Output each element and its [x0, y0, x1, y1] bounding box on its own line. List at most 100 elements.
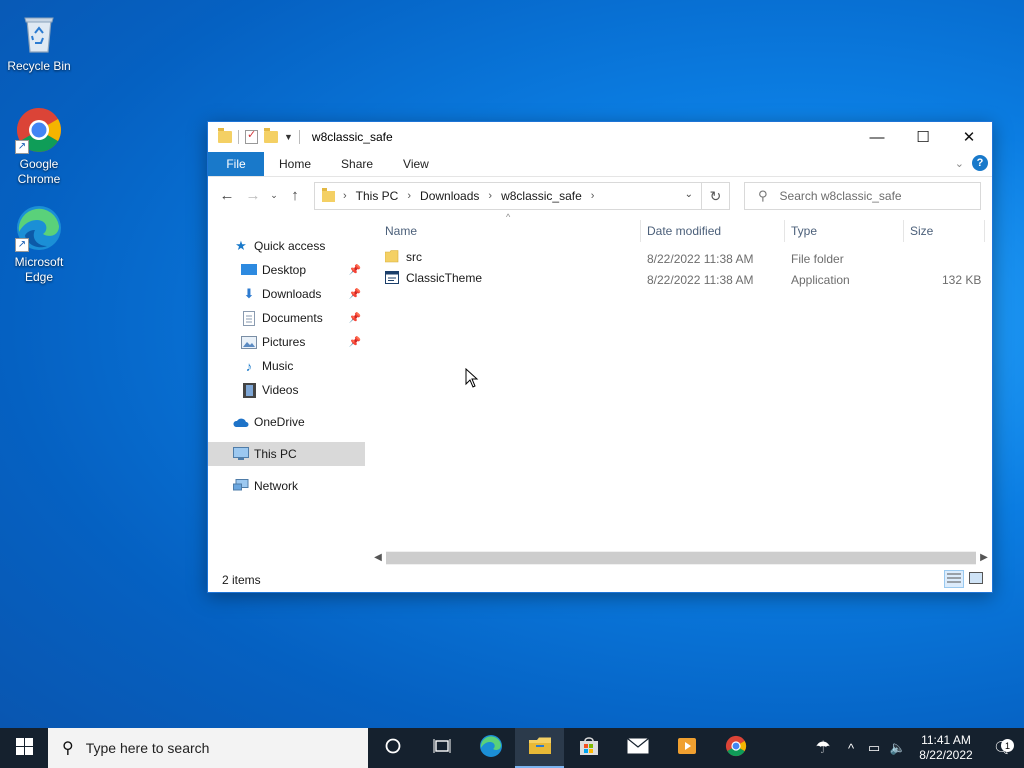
desktop-icon-label: Google Chrome	[17, 157, 61, 186]
horizontal-scrollbar[interactable]: ◀ ▶	[370, 549, 992, 566]
address-history-icon[interactable]: ⌄	[685, 189, 693, 200]
maximize-button[interactable]: ☐	[900, 122, 946, 152]
taskbar-search-placeholder: Type here to search	[85, 740, 210, 756]
forward-button[interactable]: →	[240, 183, 266, 209]
nav-network[interactable]: Network	[208, 474, 365, 498]
refresh-icon: ↻	[709, 187, 722, 204]
scroll-left-icon[interactable]: ◀	[370, 552, 386, 563]
volume-muted-icon[interactable]: 🔈	[886, 740, 910, 756]
scroll-track[interactable]	[386, 550, 976, 565]
column-type[interactable]: Type	[791, 224, 817, 238]
minimize-button[interactable]: —	[854, 122, 900, 152]
system-tray: ☂ ^ ▭ 🔈 11:41 AM 8/22/2022 🗨 1	[806, 728, 1024, 768]
up-button[interactable]: ↑	[282, 183, 308, 209]
nav-label: OneDrive	[254, 415, 305, 429]
weather-icon[interactable]: ☂	[806, 738, 840, 758]
network-status-icon[interactable]: ▭	[862, 740, 886, 756]
properties-icon[interactable]	[245, 128, 258, 144]
breadcrumb-this-pc[interactable]: This PC	[356, 189, 399, 203]
taskbar-media-player-button[interactable]	[662, 728, 711, 768]
back-button[interactable]: ←	[214, 183, 240, 209]
column-date-modified[interactable]: Date modified	[647, 224, 721, 238]
show-hidden-icons-icon[interactable]: ^	[840, 741, 862, 756]
scroll-right-icon[interactable]: ▶	[976, 552, 992, 563]
desktop-icon-microsoft-edge[interactable]: ↗ Microsoft Edge	[1, 204, 77, 285]
column-size[interactable]: Size	[910, 224, 933, 238]
column-name[interactable]: Name	[385, 224, 417, 238]
action-center-button[interactable]: 🗨 1	[982, 738, 1024, 758]
start-button[interactable]	[0, 728, 48, 768]
pin-icon[interactable]: 📌	[349, 265, 361, 276]
taskbar-store-button[interactable]	[564, 728, 613, 768]
search-input[interactable]: ⚲ Search w8classic_safe	[744, 182, 981, 210]
nav-this-pc[interactable]: This PC	[208, 442, 365, 466]
chrome-icon	[725, 735, 747, 762]
refresh-button[interactable]: ↻	[701, 183, 729, 209]
nav-music[interactable]: ♪ Music	[208, 354, 365, 378]
pin-icon[interactable]: 📌	[349, 313, 361, 324]
taskbar-chrome-button[interactable]	[711, 728, 760, 768]
address-bar[interactable]: › This PC › Downloads › w8classic_safe ›…	[314, 182, 730, 210]
file-list: ^ Name Date modified Type Size src 8/22/…	[370, 212, 992, 567]
column-divider[interactable]	[984, 220, 985, 242]
customize-toolbar-icon[interactable]: ▼	[284, 132, 293, 142]
chevron-right-icon[interactable]: ›	[591, 190, 595, 202]
new-folder-icon[interactable]	[264, 128, 278, 143]
title-bar[interactable]: ▼ w8classic_safe — ☐ ✕	[208, 122, 992, 152]
ribbon-tabs: File Home Share View ⌄ ?	[208, 152, 992, 176]
desktop-icon-recycle-bin[interactable]: Recycle Bin	[1, 8, 77, 74]
pin-icon[interactable]: 📌	[349, 289, 361, 300]
shortcut-arrow-icon: ↗	[15, 238, 29, 252]
table-row[interactable]: ClassicTheme 8/22/2022 11:38 AM Applicat…	[370, 269, 992, 290]
scroll-thumb[interactable]	[386, 551, 976, 564]
window-controls: — ☐ ✕	[854, 122, 992, 152]
edge-icon: ↗	[15, 204, 63, 252]
close-button[interactable]: ✕	[946, 122, 992, 152]
large-icons-view-button[interactable]	[966, 570, 986, 588]
desktop-icon-google-chrome[interactable]: ↗ Google Chrome	[1, 106, 77, 187]
nav-label: Videos	[262, 383, 299, 397]
tab-home[interactable]: Home	[264, 152, 326, 176]
breadcrumb-downloads[interactable]: Downloads	[420, 189, 479, 203]
column-divider[interactable]	[640, 220, 641, 242]
breadcrumb-current-folder[interactable]: w8classic_safe	[501, 189, 582, 203]
nav-onedrive[interactable]: OneDrive	[208, 410, 365, 434]
file-name: ClassicTheme	[406, 271, 483, 285]
taskbar-mail-button[interactable]	[613, 728, 662, 768]
tab-file[interactable]: File	[208, 152, 264, 176]
taskbar-edge-button[interactable]	[466, 728, 515, 768]
column-divider[interactable]	[903, 220, 904, 242]
tab-view[interactable]: View	[388, 152, 444, 176]
cortana-button[interactable]	[368, 728, 417, 768]
nav-label: Downloads	[262, 287, 322, 301]
chevron-right-icon[interactable]: ›	[488, 190, 492, 202]
tab-share[interactable]: Share	[326, 152, 388, 176]
recent-locations-button[interactable]: ⌄	[266, 183, 282, 209]
nav-pictures[interactable]: Pictures 📌	[208, 330, 365, 354]
shortcut-arrow-icon: ↗	[15, 140, 29, 154]
nav-quick-access[interactable]: ★ Quick access	[208, 234, 365, 258]
nav-videos[interactable]: Videos	[208, 378, 365, 402]
nav-documents[interactable]: Documents 📌	[208, 306, 365, 330]
table-row[interactable]: src 8/22/2022 11:38 AM File folder	[370, 248, 992, 269]
details-view-icon	[947, 572, 961, 587]
expand-ribbon-icon[interactable]: ⌄	[955, 157, 964, 170]
pin-icon[interactable]: 📌	[349, 337, 361, 348]
details-view-button[interactable]	[944, 570, 964, 588]
nav-desktop[interactable]: Desktop 📌	[208, 258, 365, 282]
column-divider[interactable]	[784, 220, 785, 242]
chevron-right-icon[interactable]: ›	[343, 190, 347, 202]
file-name-cell: src	[384, 250, 422, 264]
nav-downloads[interactable]: ⬇ Downloads 📌	[208, 282, 365, 306]
taskbar: ⚲ Type here to search ☂ ^ ▭ 🔈 11:41 AM 8…	[0, 728, 1024, 768]
taskbar-search-input[interactable]: ⚲ Type here to search	[48, 728, 368, 768]
task-view-button[interactable]	[417, 728, 466, 768]
clock[interactable]: 11:41 AM 8/22/2022	[910, 733, 982, 763]
taskbar-file-explorer-button[interactable]	[515, 728, 564, 768]
chevron-right-icon[interactable]: ›	[407, 190, 411, 202]
notification-badge: 1	[1001, 739, 1014, 752]
large-icons-view-icon	[969, 571, 983, 587]
help-button[interactable]: ?	[972, 155, 988, 171]
up-arrow-icon: ↑	[291, 187, 299, 204]
network-icon	[233, 478, 249, 494]
